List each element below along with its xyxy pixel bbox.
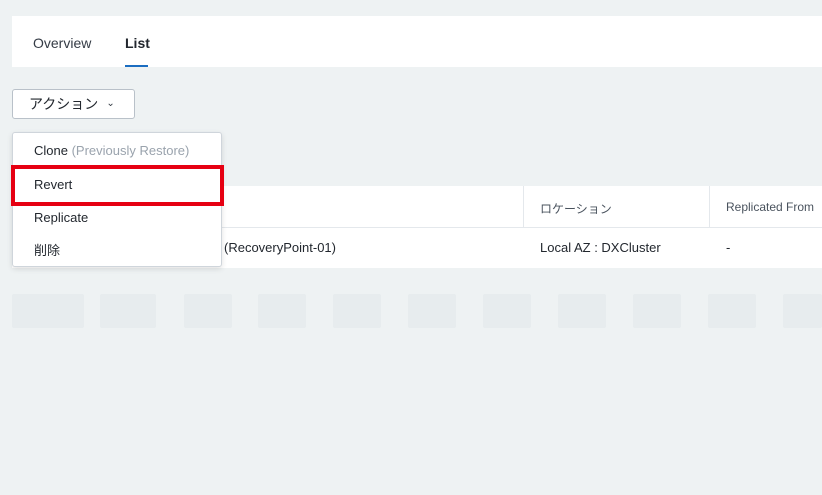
- placeholder-bar: [708, 294, 756, 328]
- menu-item-clone-label: Clone: [34, 143, 68, 158]
- menu-item-delete[interactable]: 削除: [34, 243, 60, 259]
- placeholder-bar: [333, 294, 381, 328]
- menu-item-revert[interactable]: Revert: [34, 177, 72, 193]
- column-header-location[interactable]: ロケーション: [540, 200, 612, 217]
- placeholder-bar: [258, 294, 306, 328]
- column-header-replicated-from[interactable]: Replicated From: [726, 200, 814, 214]
- tab-overview[interactable]: Overview: [33, 35, 91, 51]
- placeholder-bar: [558, 294, 606, 328]
- placeholder-bar: [408, 294, 456, 328]
- recovery-point-replicated-from: -: [726, 240, 731, 255]
- column-divider: [709, 186, 710, 227]
- actions-button-label: アクション: [29, 96, 99, 112]
- actions-dropdown-menu: Clone (Previously Restore) Revert Replic…: [12, 132, 222, 267]
- menu-item-clone-note: (Previously Restore): [71, 143, 190, 158]
- column-divider: [523, 186, 524, 227]
- active-tab-indicator: [125, 65, 148, 67]
- placeholder-bar: [12, 294, 84, 328]
- tab-bar: Overview List: [12, 16, 822, 67]
- menu-item-clone[interactable]: Clone (Previously Restore): [34, 143, 189, 159]
- placeholder-bar: [483, 294, 531, 328]
- menu-item-replicate[interactable]: Replicate: [34, 210, 88, 226]
- placeholder-bar: [633, 294, 681, 328]
- recovery-point-location: Local AZ : DXCluster: [540, 240, 661, 255]
- placeholder-bar: [100, 294, 156, 328]
- placeholder-bar: [783, 294, 822, 328]
- chevron-down-icon: ⌄: [106, 98, 115, 109]
- placeholder-bar: [184, 294, 232, 328]
- tab-list[interactable]: List: [125, 35, 150, 51]
- recovery-point-name: (RecoveryPoint-01): [224, 240, 336, 255]
- actions-button[interactable]: アクション ⌄: [12, 89, 135, 119]
